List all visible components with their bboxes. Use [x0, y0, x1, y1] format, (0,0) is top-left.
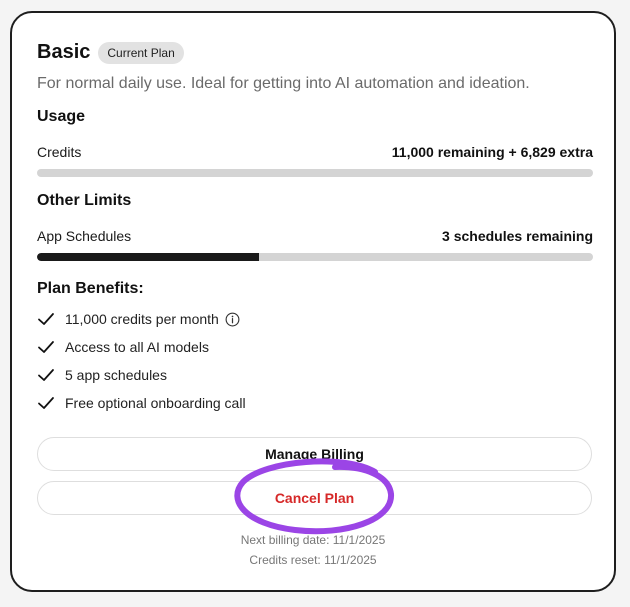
check-icon	[38, 397, 54, 409]
info-icon[interactable]	[225, 312, 240, 327]
benefit-label: 5 app schedules	[65, 367, 167, 383]
app-schedules-progress-fill	[37, 253, 260, 261]
benefit-item: Free optional onboarding call	[37, 394, 246, 412]
cancel-plan-button[interactable]: Cancel Plan	[37, 481, 592, 515]
current-plan-badge: Current Plan	[98, 41, 184, 64]
check-icon	[38, 313, 54, 325]
app-schedules-progress-bar	[37, 253, 593, 261]
app-schedules-label: App Schedules	[37, 228, 132, 244]
next-billing-date: Next billing date: 11/1/2025	[240, 533, 386, 547]
other-limits-heading: Other Limits	[37, 192, 132, 209]
app-schedules-row: App Schedules 3 schedules remaining	[37, 228, 593, 244]
benefit-item: 5 app schedules	[37, 366, 167, 384]
benefit-label: Access to all AI models	[65, 339, 209, 355]
usage-heading: Usage	[37, 108, 86, 125]
plan-name: Basic	[37, 41, 91, 63]
benefit-label: 11,000 credits per month	[65, 311, 219, 327]
credits-value: 11,000 remaining + 6,829 extra	[391, 144, 593, 160]
check-icon	[38, 369, 54, 381]
check-icon	[38, 341, 54, 353]
plan-benefits-heading: Plan Benefits:	[37, 280, 144, 297]
plan-description: For normal daily use. Ideal for getting …	[37, 75, 530, 92]
benefit-item: 11,000 credits per month	[37, 310, 240, 328]
plan-title-row: Basic Current Plan	[37, 41, 184, 64]
credits-reset-date: Credits reset: 11/1/2025	[249, 553, 377, 567]
credits-row: Credits 11,000 remaining + 6,829 extra	[37, 144, 593, 160]
benefit-item: Access to all AI models	[37, 338, 209, 356]
app-schedules-value: 3 schedules remaining	[442, 228, 593, 244]
credits-label: Credits	[37, 144, 82, 160]
plan-card: Basic Current Plan For normal daily use.…	[10, 11, 616, 592]
credits-progress-bar	[37, 169, 593, 177]
manage-billing-button[interactable]: Manage Billing	[37, 437, 592, 471]
benefit-label: Free optional onboarding call	[65, 395, 246, 411]
